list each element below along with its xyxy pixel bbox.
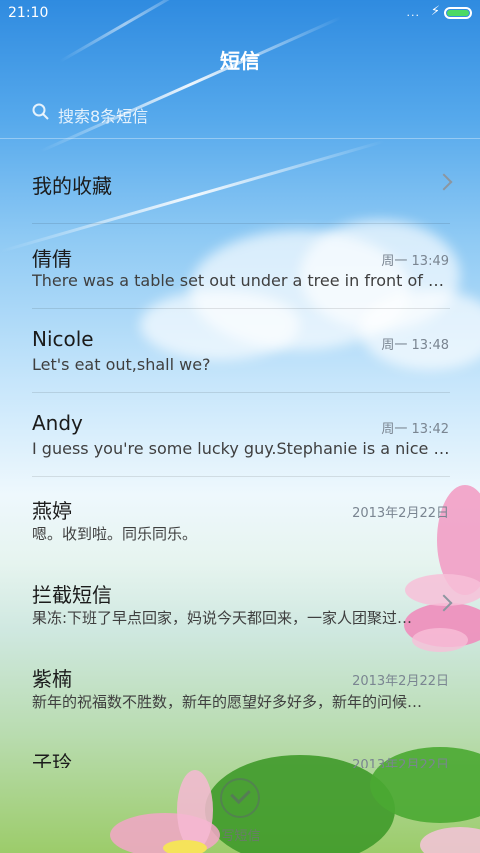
contact-name: Nicole bbox=[32, 327, 94, 351]
contact-name: 拦截短信 bbox=[32, 583, 112, 607]
conversation-item[interactable]: 燕婷 2013年2月22日 嗯。收到啦。同乐同乐。 bbox=[0, 476, 480, 560]
message-date: 2013年2月22日 bbox=[352, 758, 449, 768]
message-date: 周一 13:42 bbox=[381, 422, 449, 437]
message-date: 周一 13:49 bbox=[381, 254, 449, 269]
search-placeholder: 搜索8条短信 bbox=[58, 107, 149, 126]
search-input[interactable]: 搜索8条短信 bbox=[32, 100, 452, 128]
compose-button[interactable] bbox=[220, 778, 260, 818]
contact-name: Andy bbox=[32, 411, 83, 435]
compose-label: 写短信 bbox=[221, 829, 261, 844]
conversation-item[interactable]: Nicole 周一 13:48 Let's eat out,shall we? bbox=[0, 308, 480, 393]
message-preview: 果冻:下班了早点回家，妈说今天都回来，一家人团聚过… bbox=[32, 609, 413, 627]
contact-name: 子玲 bbox=[32, 751, 72, 768]
contact-name: 紫楠 bbox=[32, 667, 72, 691]
contact-name: 倩倩 bbox=[32, 247, 72, 271]
compose-icon bbox=[230, 783, 251, 805]
chevron-right-icon bbox=[435, 173, 453, 191]
message-preview: Let's eat out,shall we? bbox=[32, 355, 211, 374]
signal-icon: ... bbox=[406, 6, 420, 19]
conversation-item[interactable]: 子玲 2013年2月22日 bbox=[0, 728, 480, 768]
message-preview: 新年的祝福数不胜数，新年的愿望好多好多，新年的问候… bbox=[32, 693, 423, 711]
page-title: 短信 bbox=[220, 49, 260, 73]
charging-icon: ⚡ bbox=[430, 4, 440, 19]
conversation-item[interactable]: 倩倩 周一 13:49 There was a table set out un… bbox=[0, 224, 480, 309]
chevron-right-icon bbox=[435, 594, 453, 612]
search-icon bbox=[32, 103, 49, 120]
message-preview: I guess you're some lucky guy.Stephanie … bbox=[32, 439, 450, 458]
message-preview: 嗯。收到啦。同乐同乐。 bbox=[32, 525, 198, 543]
conversation-item[interactable]: 紫楠 2013年2月22日 新年的祝福数不胜数，新年的愿望好多好多，新年的问候… bbox=[0, 644, 480, 728]
message-preview: There was a table set out under a tree i… bbox=[32, 271, 450, 290]
message-date: 2013年2月22日 bbox=[352, 674, 449, 689]
battery-icon bbox=[444, 7, 472, 19]
message-date: 2013年2月22日 bbox=[352, 506, 449, 521]
conversation-item[interactable]: Andy 周一 13:42 I guess you're some lucky … bbox=[0, 392, 480, 477]
blocked-messages-item[interactable]: 拦截短信 果冻:下班了早点回家，妈说今天都回来，一家人团聚过… bbox=[0, 560, 480, 644]
status-time: 21:10 bbox=[8, 5, 49, 21]
message-date: 周一 13:48 bbox=[381, 338, 449, 353]
favorites-label: 我的收藏 bbox=[32, 174, 112, 198]
status-bar: 21:10 ... ⚡ bbox=[0, 0, 480, 28]
favorites-row[interactable]: 我的收藏 bbox=[0, 139, 480, 224]
contact-name: 燕婷 bbox=[32, 499, 72, 523]
